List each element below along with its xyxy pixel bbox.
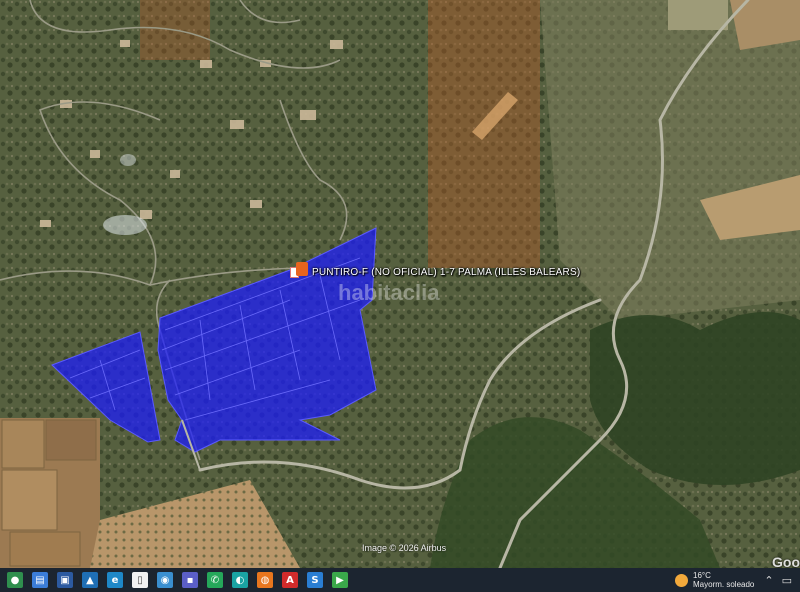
system-tray: 16°C Mayorm. soleado ⌃ ▭ bbox=[675, 568, 800, 592]
document-icon[interactable]: ▯ bbox=[132, 572, 148, 588]
satellite-map[interactable]: PUNTIRO-F (NO OFICIAL) 1-7 PALMA (ILLES … bbox=[0, 0, 800, 568]
network-icon[interactable]: ▭ bbox=[782, 574, 792, 587]
weather-sun-icon[interactable] bbox=[675, 573, 689, 587]
imagery-credit: Image © 2026 Airbus bbox=[362, 543, 447, 553]
weather-widget[interactable]: 16°C Mayorm. soleado bbox=[693, 571, 754, 589]
watermark: habitaclia bbox=[338, 280, 440, 305]
webex-icon[interactable]: ◐ bbox=[232, 572, 248, 588]
chrome-icon[interactable]: ● bbox=[7, 572, 23, 588]
acrobat-icon[interactable]: A bbox=[282, 572, 298, 588]
place-marker-icon[interactable] bbox=[290, 262, 308, 278]
weather-condition: Mayorm. soleado bbox=[693, 580, 755, 589]
google-logo: Google bbox=[772, 554, 800, 568]
app-green-icon[interactable]: ▶ bbox=[332, 572, 348, 588]
photos-icon[interactable]: ▣ bbox=[57, 572, 73, 588]
media-icon[interactable]: ◉ bbox=[157, 572, 173, 588]
app-s-icon[interactable]: S bbox=[307, 572, 323, 588]
image-viewer-icon[interactable]: ▲ bbox=[82, 572, 98, 588]
whatsapp-icon[interactable]: ✆ bbox=[207, 572, 223, 588]
save-icon[interactable]: ▪ bbox=[182, 572, 198, 588]
file-explorer-icon[interactable]: ▤ bbox=[32, 572, 48, 588]
temperature: 16°C bbox=[693, 571, 711, 580]
place-label[interactable]: PUNTIRO-F (NO OFICIAL) 1-7 PALMA (ILLES … bbox=[312, 267, 580, 278]
firefox-icon[interactable]: ◍ bbox=[257, 572, 273, 588]
chevron-up-icon[interactable]: ⌃ bbox=[764, 574, 773, 587]
taskbar: ● ▤ ▣ ▲ e ▯ ◉ ▪ ✆ ◐ ◍ A S ▶ 16°C Mayorm. soleado ⌃ ▭ bbox=[0, 568, 800, 592]
edge-icon[interactable]: e bbox=[107, 572, 123, 588]
